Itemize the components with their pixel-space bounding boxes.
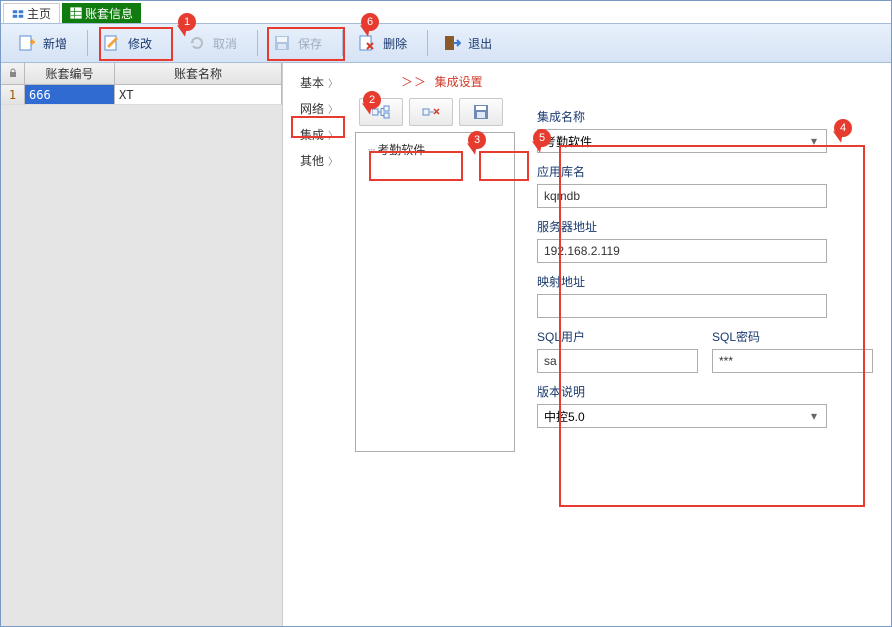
edit-button[interactable]: 修改 xyxy=(92,27,162,59)
grid-header-lock xyxy=(1,63,25,84)
server-addr-input[interactable] xyxy=(537,239,827,263)
tab-home[interactable]: 主页 xyxy=(3,3,60,23)
exit-label: 退出 xyxy=(468,35,492,52)
new-icon xyxy=(17,33,37,53)
tree-save-button[interactable] xyxy=(459,98,503,126)
row-name: XT xyxy=(115,85,282,105)
nav-basic-label: 基本 xyxy=(300,74,324,91)
home-tab-icon xyxy=(12,8,24,20)
sql-pwd-label: SQL密码 xyxy=(712,328,873,345)
nav-integration[interactable]: 集成 〉 xyxy=(283,121,355,147)
detail-panel: ＞＞ 集成设置 xyxy=(355,63,891,626)
tab-home-label: 主页 xyxy=(27,5,51,22)
lock-icon xyxy=(8,67,18,81)
nav-network[interactable]: 网络 〉 xyxy=(283,95,355,121)
field-server-addr: 服务器地址 xyxy=(537,218,873,263)
app-window: 主页 账套信息 新增 修改 取消 xyxy=(0,0,892,627)
db-name-input[interactable] xyxy=(537,184,827,208)
tab-bar: 主页 账套信息 xyxy=(1,1,891,23)
cancel-label: 取消 xyxy=(213,35,237,52)
tree-toolbar xyxy=(355,98,515,126)
tree-box: ┄ 考勤软件 xyxy=(355,98,515,452)
integration-name-value: 考勤软件 xyxy=(544,133,592,150)
toolbar: 新增 修改 取消 保存 删除 xyxy=(1,23,891,63)
new-button[interactable]: 新增 xyxy=(7,27,77,59)
tree-remove-button[interactable] xyxy=(409,98,453,126)
panel-title-prefix: ＞＞ xyxy=(401,75,427,89)
exit-icon xyxy=(442,33,462,53)
db-name-label: 应用库名 xyxy=(537,163,873,180)
nav-basic[interactable]: 基本 〉 xyxy=(283,69,355,95)
field-version: 版本说明 中控5.0 ▾ xyxy=(537,383,873,428)
toolbar-sep xyxy=(257,30,258,56)
delete-icon xyxy=(357,33,377,53)
content-area: 账套编号 账套名称 1 666 XT 基本 〉 网络 〉 xyxy=(1,63,891,626)
grid-tab-icon xyxy=(70,7,82,19)
delete-button[interactable]: 删除 xyxy=(347,27,417,59)
chevron-down-icon: ▾ xyxy=(806,408,822,424)
row-index: 1 xyxy=(1,85,25,105)
grid-header-name[interactable]: 账套名称 xyxy=(115,63,282,84)
grid-header-code[interactable]: 账套编号 xyxy=(25,63,115,84)
chevron-right-icon: 〉 xyxy=(328,101,338,116)
nav-list: 基本 〉 网络 〉 集成 〉 其他 〉 xyxy=(283,63,355,626)
save-small-icon xyxy=(473,104,489,120)
chevron-down-icon: ▾ xyxy=(806,133,822,149)
map-addr-input[interactable] xyxy=(537,294,827,318)
nav-other-label: 其他 xyxy=(300,152,324,169)
delete-label: 删除 xyxy=(383,35,407,52)
chevron-right-icon: 〉 xyxy=(328,153,338,168)
panel-title-text: 集成设置 xyxy=(435,75,483,89)
new-label: 新增 xyxy=(43,35,67,52)
field-map-addr: 映射地址 xyxy=(537,273,873,318)
edit-label: 修改 xyxy=(128,35,152,52)
version-label: 版本说明 xyxy=(537,383,873,400)
integration-name-label: 集成名称 xyxy=(537,108,873,125)
tree-branch-icon: ┄ xyxy=(368,143,375,157)
account-grid: 账套编号 账套名称 1 666 XT xyxy=(1,63,283,626)
edit-icon xyxy=(102,33,122,53)
nav-network-label: 网络 xyxy=(300,100,324,117)
panel-title: ＞＞ 集成设置 xyxy=(401,73,873,90)
cancel-icon xyxy=(187,33,207,53)
exit-button[interactable]: 退出 xyxy=(432,27,502,59)
table-row[interactable]: 1 666 XT xyxy=(1,85,282,105)
tab-account-info[interactable]: 账套信息 xyxy=(62,3,141,23)
chevron-right-icon: 〉 xyxy=(328,127,338,142)
form-box: 集成名称 考勤软件 ▾ 应用库名 服务器地址 xyxy=(537,98,873,452)
version-value: 中控5.0 xyxy=(544,408,585,425)
tree-area[interactable]: ┄ 考勤软件 xyxy=(355,132,515,452)
tree-add-button[interactable] xyxy=(359,98,403,126)
cancel-button[interactable]: 取消 xyxy=(177,27,247,59)
nav-other[interactable]: 其他 〉 xyxy=(283,147,355,173)
field-sql-credentials: SQL用户 SQL密码 xyxy=(537,328,873,373)
detail-body: ┄ 考勤软件 集成名称 考勤软件 ▾ xyxy=(355,98,873,452)
tab-info-label: 账套信息 xyxy=(85,5,133,22)
save-button[interactable]: 保存 xyxy=(262,27,332,59)
tree-add-icon xyxy=(372,105,390,119)
toolbar-sep xyxy=(342,30,343,56)
toolbar-sep xyxy=(172,30,173,56)
right-panel: 基本 〉 网络 〉 集成 〉 其他 〉 ＞＞ xyxy=(283,63,891,626)
save-icon xyxy=(272,33,292,53)
version-select[interactable]: 中控5.0 ▾ xyxy=(537,404,827,428)
field-db-name: 应用库名 xyxy=(537,163,873,208)
sql-user-label: SQL用户 xyxy=(537,328,698,345)
grid-header: 账套编号 账套名称 xyxy=(1,63,282,85)
field-integration-name: 集成名称 考勤软件 ▾ xyxy=(537,108,873,153)
map-addr-label: 映射地址 xyxy=(537,273,873,290)
server-addr-label: 服务器地址 xyxy=(537,218,873,235)
sql-user-input[interactable] xyxy=(537,349,698,373)
toolbar-sep xyxy=(87,30,88,56)
row-code: 666 xyxy=(25,85,115,105)
tree-node[interactable]: ┄ 考勤软件 xyxy=(360,139,510,160)
toolbar-sep xyxy=(427,30,428,56)
integration-name-select[interactable]: 考勤软件 ▾ xyxy=(537,129,827,153)
nav-integration-label: 集成 xyxy=(300,126,324,143)
save-label: 保存 xyxy=(298,35,322,52)
sql-pwd-input[interactable] xyxy=(712,349,873,373)
chevron-right-icon: 〉 xyxy=(328,75,338,90)
tree-node-label: 考勤软件 xyxy=(377,141,425,158)
tree-remove-icon xyxy=(422,105,440,119)
